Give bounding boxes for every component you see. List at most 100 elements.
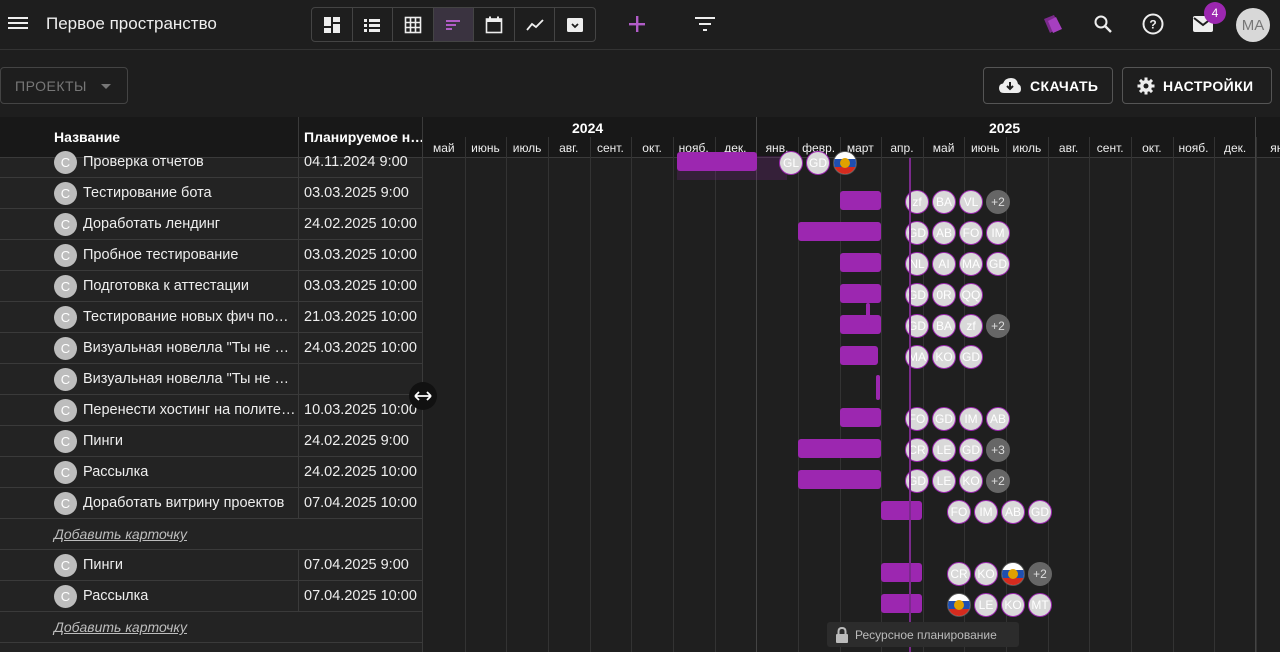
assignee-avatar[interactable]: IM (959, 407, 983, 431)
resource-planning-button[interactable]: Ресурсное планирование (827, 622, 1019, 647)
column-header-planned[interactable]: Планируемое н… (304, 129, 422, 145)
assignee-avatar[interactable]: AI (932, 252, 956, 276)
assignee-avatar[interactable] (1001, 562, 1025, 586)
task-bar[interactable] (840, 191, 881, 210)
table-row[interactable]: С Визуальная новелла "Ты не о… 24.03.202… (0, 333, 422, 364)
assignee-avatar[interactable]: KO (932, 345, 956, 369)
task-planned-date[interactable]: 07.04.2025 9:00 (304, 557, 421, 573)
chart-view-button[interactable] (515, 8, 556, 41)
task-name[interactable]: Визуальная новелла "Ты не о… (83, 340, 297, 356)
task-bar[interactable] (840, 284, 881, 303)
table-row[interactable]: С Пинги 24.02.2025 9:00 (0, 426, 422, 457)
table-row[interactable]: С Пинги 07.04.2025 9:00 (0, 550, 422, 581)
task-bar[interactable] (881, 501, 922, 520)
table-row[interactable]: С Пробное тестирование 03.03.2025 10:00 (0, 240, 422, 271)
task-planned-date[interactable]: 24.02.2025 9:00 (304, 433, 421, 449)
assignee-avatar[interactable]: IM (974, 500, 998, 524)
task-name[interactable]: Подготовка к аттестации (83, 278, 297, 294)
assignee-avatar[interactable]: KO (959, 469, 983, 493)
task-planned-date[interactable]: 07.04.2025 10:00 (304, 588, 421, 604)
help-button[interactable]: ? (1141, 12, 1165, 36)
table-row[interactable]: С Проверка отчетов 04.11.2024 9:00 (0, 147, 422, 178)
assignee-avatar[interactable] (947, 593, 971, 617)
assignee-avatar[interactable]: zf (959, 314, 983, 338)
table-row[interactable]: С Тестирование бота 03.03.2025 9:00 (0, 178, 422, 209)
assignee-avatar[interactable]: FO (959, 221, 983, 245)
task-bar[interactable] (798, 439, 881, 458)
task-bar[interactable] (840, 408, 881, 427)
dashboard-view-button[interactable] (312, 8, 353, 41)
assignee-avatar[interactable]: MA (959, 252, 983, 276)
assignee-avatar[interactable]: KO (974, 562, 998, 586)
column-header-name[interactable]: Название (54, 129, 120, 145)
filter-button[interactable] (693, 12, 717, 36)
assignee-avatar[interactable]: LE (932, 469, 956, 493)
task-bar[interactable] (881, 594, 922, 613)
projects-dropdown[interactable]: ПРОЕКТЫ (0, 67, 128, 104)
more-assignees-badge[interactable]: +2 (986, 469, 1010, 493)
table-row[interactable]: С Рассылка 24.02.2025 10:00 (0, 457, 422, 488)
task-name[interactable]: Тестирование новых фич по… (83, 309, 297, 325)
assignee-avatar[interactable]: GD (806, 151, 830, 175)
task-name[interactable]: Проверка отчетов (83, 154, 297, 170)
task-name[interactable]: Доработать витрину проектов (83, 495, 297, 511)
assignee-avatar[interactable]: IM (986, 221, 1010, 245)
task-planned-date[interactable]: 24.02.2025 10:00 (304, 464, 421, 480)
search-button[interactable] (1091, 12, 1115, 36)
assignee-avatar[interactable]: BA (932, 190, 956, 214)
task-planned-date[interactable]: 24.02.2025 10:00 (304, 216, 421, 232)
task-planned-date[interactable]: 24.03.2025 10:00 (304, 340, 421, 356)
add-card-link[interactable]: Добавить карточку (54, 526, 187, 542)
assignee-avatar[interactable]: QQ (959, 283, 983, 307)
assignee-avatar[interactable] (833, 151, 857, 175)
task-name[interactable]: Доработать лендинг (83, 216, 297, 232)
task-planned-date[interactable]: 04.11.2024 9:00 (304, 154, 421, 170)
task-bar[interactable] (798, 222, 881, 241)
task-planned-date[interactable]: 07.04.2025 10:00 (304, 495, 421, 511)
task-bar[interactable] (798, 470, 881, 489)
task-planned-date[interactable]: 21.03.2025 10:00 (304, 309, 421, 325)
task-planned-date[interactable]: 03.03.2025 9:00 (304, 185, 421, 201)
task-name[interactable]: Тестирование бота (83, 185, 297, 201)
more-assignees-badge[interactable]: +2 (986, 314, 1010, 338)
task-name[interactable]: Пробное тестирование (83, 247, 297, 263)
assignee-avatar[interactable]: FO (947, 500, 971, 524)
table-row[interactable]: С Тестирование новых фич по… 21.03.2025 … (0, 302, 422, 333)
menu-icon[interactable] (8, 14, 28, 34)
task-marker[interactable] (876, 375, 880, 400)
task-name[interactable]: Визуальная новелла "Ты не о… (83, 371, 297, 387)
gantt-view-button[interactable] (433, 8, 475, 41)
task-bar[interactable] (840, 315, 881, 334)
table-row[interactable]: С Рассылка 07.04.2025 10:00 (0, 581, 422, 612)
add-card-link[interactable]: Добавить карточку (54, 619, 187, 635)
task-planned-date[interactable]: 10.03.2025 10:00 (304, 402, 421, 418)
task-name[interactable]: Перенести хостинг на полите… (83, 402, 297, 418)
assignee-avatar[interactable]: GD (1028, 500, 1052, 524)
archive-view-button[interactable] (555, 8, 595, 41)
task-planned-date[interactable]: 03.03.2025 10:00 (304, 247, 421, 263)
assignee-avatar[interactable]: LE (974, 593, 998, 617)
task-bar[interactable] (840, 253, 881, 272)
more-assignees-badge[interactable]: +3 (986, 438, 1010, 462)
list-view-button[interactable] (353, 8, 394, 41)
assignee-avatar[interactable]: AB (1001, 500, 1025, 524)
task-name[interactable]: Пинги (83, 557, 297, 573)
assignee-avatar[interactable]: GL (779, 151, 803, 175)
assignee-avatar[interactable]: LE (932, 438, 956, 462)
assignee-avatar[interactable]: GD (932, 407, 956, 431)
table-row[interactable]: С Визуальная новелла "Ты не о… (0, 364, 422, 395)
table-row[interactable]: С Доработать лендинг 24.02.2025 10:00 (0, 209, 422, 240)
assignee-avatar[interactable]: AB (986, 407, 1010, 431)
assignee-avatar[interactable]: CR (947, 562, 971, 586)
task-planned-date[interactable]: 03.03.2025 10:00 (304, 278, 421, 294)
table-view-button[interactable] (393, 8, 434, 41)
user-avatar[interactable]: MA (1236, 8, 1270, 42)
assignee-avatar[interactable]: KO (1001, 593, 1025, 617)
table-row[interactable]: С Доработать витрину проектов 07.04.2025… (0, 488, 422, 519)
task-name[interactable]: Рассылка (83, 464, 297, 480)
task-marker[interactable] (866, 303, 870, 325)
task-bar[interactable] (840, 346, 878, 365)
settings-button[interactable]: НАСТРОЙКИ (1122, 67, 1272, 104)
table-row[interactable]: С Перенести хостинг на полите… 10.03.202… (0, 395, 422, 426)
table-row[interactable]: С Подготовка к аттестации 03.03.2025 10:… (0, 271, 422, 302)
